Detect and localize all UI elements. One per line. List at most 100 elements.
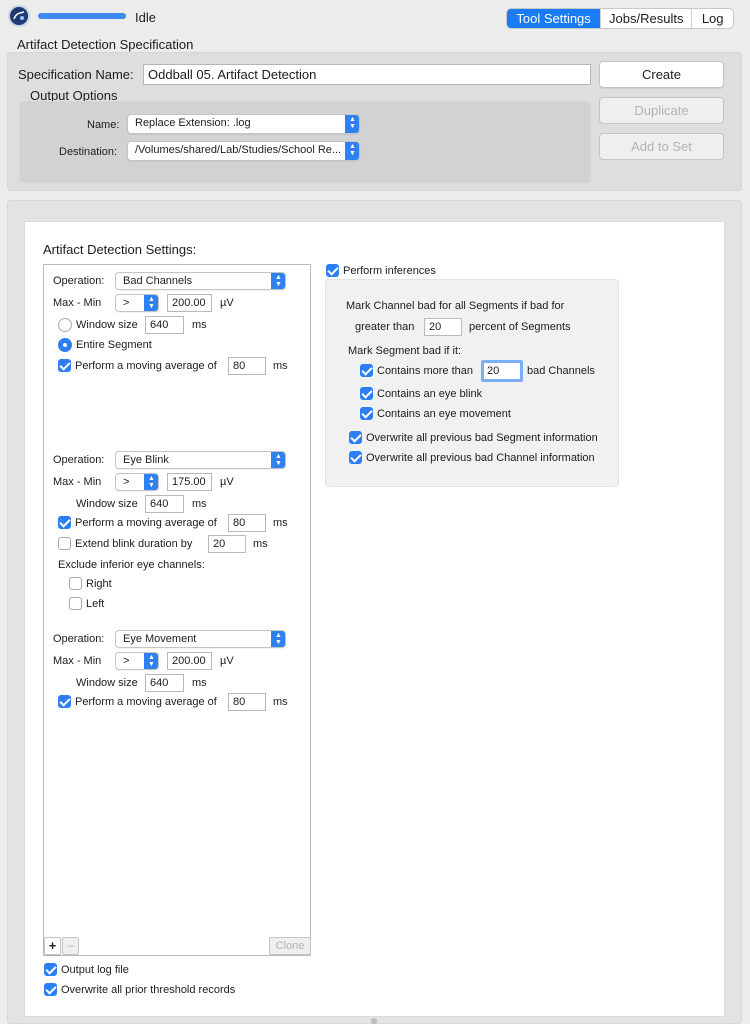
eye-movement-checkbox[interactable]: [360, 407, 373, 420]
greater-than-label: greater than: [355, 321, 415, 333]
chevron-updown-icon: ▲ ▼: [271, 273, 285, 289]
moving-average-label: Perform a moving average of: [75, 696, 217, 708]
right-eye-label: Right: [86, 578, 112, 590]
contains-more-checkbox[interactable]: [360, 364, 373, 377]
unit-ms: ms: [273, 517, 288, 529]
overwrite-prior-checkbox[interactable]: [44, 983, 57, 996]
comparator-popup[interactable]: > ▲ ▼: [115, 294, 159, 312]
comparator-popup[interactable]: > ▲ ▼: [115, 473, 159, 491]
remove-operation-button[interactable]: −: [62, 937, 79, 955]
output-log-checkbox[interactable]: [44, 963, 57, 976]
moving-average-checkbox[interactable]: [58, 516, 71, 529]
extend-blink-field[interactable]: 20: [208, 535, 246, 553]
chevron-updown-icon: ▲ ▼: [144, 474, 158, 490]
settings-title: Artifact Detection Settings:: [43, 242, 197, 257]
unit-ms: ms: [192, 677, 207, 689]
greater-than-field[interactable]: 20: [424, 318, 462, 336]
moving-average-field[interactable]: 80: [228, 693, 266, 711]
eye-blink-label: Contains an eye blink: [377, 388, 483, 400]
unit-ms: ms: [192, 498, 207, 510]
operation-value: Eye Movement: [123, 633, 197, 645]
chevron-updown-icon: ▲ ▼: [271, 631, 285, 647]
comparator-value: >: [123, 297, 130, 309]
window-size-radio[interactable]: [58, 318, 72, 332]
comparator-popup[interactable]: > ▲ ▼: [115, 652, 159, 670]
add-operation-button[interactable]: +: [44, 937, 61, 955]
entire-segment-label: Entire Segment: [76, 339, 152, 351]
create-button[interactable]: Create: [599, 61, 724, 88]
duplicate-button[interactable]: Duplicate: [599, 97, 724, 124]
maxmin-label: Max - Min: [53, 476, 102, 488]
overwrite-segment-checkbox[interactable]: [349, 431, 362, 444]
unit-ms: ms: [273, 696, 288, 708]
window-size-label: Window size: [76, 319, 138, 331]
overwrite-channel-label: Overwrite all previous bad Channel infor…: [366, 452, 595, 464]
output-name-popup[interactable]: Replace Extension: .log ▲ ▼: [127, 114, 360, 134]
operation-label: Operation:: [53, 275, 105, 287]
segment-bad-label: Mark Segment bad if it:: [348, 345, 462, 357]
comparator-value: >: [123, 476, 130, 488]
perform-inferences-checkbox[interactable]: [326, 264, 339, 277]
threshold-field[interactable]: 200.00: [167, 294, 212, 312]
destination-label: Destination:: [59, 146, 118, 158]
output-name-label: Name:: [87, 119, 120, 131]
perform-inferences-label: Perform inferences: [343, 265, 436, 277]
tab-jobs-results[interactable]: Jobs/Results: [601, 9, 693, 28]
moving-average-field[interactable]: 80: [228, 514, 266, 532]
comparator-value: >: [123, 655, 130, 667]
tab-log[interactable]: Log: [692, 9, 733, 28]
overwrite-prior-label: Overwrite all prior threshold records: [61, 984, 236, 996]
operation-label: Operation:: [53, 633, 105, 645]
operation-value: Bad Channels: [123, 275, 193, 287]
destination-popup[interactable]: /Volumes/shared/Lab/Studies/School Re...…: [127, 141, 360, 161]
unit-ms: ms: [192, 319, 207, 331]
progress-bar: [38, 13, 126, 19]
threshold-field[interactable]: 200.00: [167, 652, 212, 670]
window-size-field[interactable]: 640: [145, 674, 184, 692]
moving-average-field[interactable]: 80: [228, 357, 266, 375]
left-eye-checkbox[interactable]: [69, 597, 82, 610]
threshold-field[interactable]: 175.00: [167, 473, 212, 491]
view-tabs: Tool Settings Jobs/Results Log: [506, 8, 734, 29]
destination-value: /Volumes/shared/Lab/Studies/School Re...: [135, 144, 342, 156]
eye-movement-label: Contains an eye movement: [377, 408, 511, 420]
window-size-field[interactable]: 640: [145, 316, 184, 334]
tab-tool-settings[interactable]: Tool Settings: [507, 9, 602, 28]
resize-handle[interactable]: [371, 1018, 377, 1024]
percent-of-segments-label: percent of Segments: [469, 321, 571, 333]
operation-popup-eye-blink[interactable]: Eye Blink ▲ ▼: [115, 451, 286, 469]
extend-blink-checkbox[interactable]: [58, 537, 71, 550]
moving-average-label: Perform a moving average of: [75, 360, 217, 372]
contains-more-label: Contains more than: [377, 365, 473, 377]
chevron-updown-icon: ▲ ▼: [271, 452, 285, 468]
right-eye-checkbox[interactable]: [69, 577, 82, 590]
bad-channels-label: bad Channels: [527, 365, 595, 377]
unit-uv: µV: [220, 655, 234, 667]
output-name-value: Replace Extension: .log: [135, 117, 251, 129]
add-to-set-button[interactable]: Add to Set: [599, 133, 724, 160]
operation-value: Eye Blink: [123, 454, 169, 466]
chevron-updown-icon: ▲ ▼: [144, 653, 158, 669]
operation-popup-eye-movement[interactable]: Eye Movement ▲ ▼: [115, 630, 286, 648]
eye-blink-checkbox[interactable]: [360, 387, 373, 400]
operation-label: Operation:: [53, 454, 105, 466]
exclude-inferior-label: Exclude inferior eye channels:: [58, 559, 205, 571]
clone-button[interactable]: Clone: [269, 937, 311, 955]
spec-name-field[interactable]: Oddball 05. Artifact Detection: [143, 64, 591, 85]
overwrite-channel-checkbox[interactable]: [349, 451, 362, 464]
window-size-label: Window size: [76, 677, 138, 689]
chevron-updown-icon: ▲ ▼: [345, 115, 359, 133]
moving-average-checkbox[interactable]: [58, 695, 71, 708]
contains-more-field[interactable]: 20: [481, 360, 523, 382]
chevron-updown-icon: ▲ ▼: [144, 295, 158, 311]
operation-popup-bad-channels[interactable]: Bad Channels ▲ ▼: [115, 272, 286, 290]
entire-segment-radio[interactable]: [58, 338, 72, 352]
moving-average-checkbox[interactable]: [58, 359, 71, 372]
overwrite-segment-label: Overwrite all previous bad Segment infor…: [366, 432, 598, 444]
maxmin-label: Max - Min: [53, 297, 102, 309]
window-size-field[interactable]: 640: [145, 495, 184, 513]
unit-uv: µV: [220, 297, 234, 309]
output-log-label: Output log file: [61, 964, 129, 976]
chevron-updown-icon: ▲ ▼: [345, 142, 359, 160]
left-eye-label: Left: [86, 598, 105, 610]
